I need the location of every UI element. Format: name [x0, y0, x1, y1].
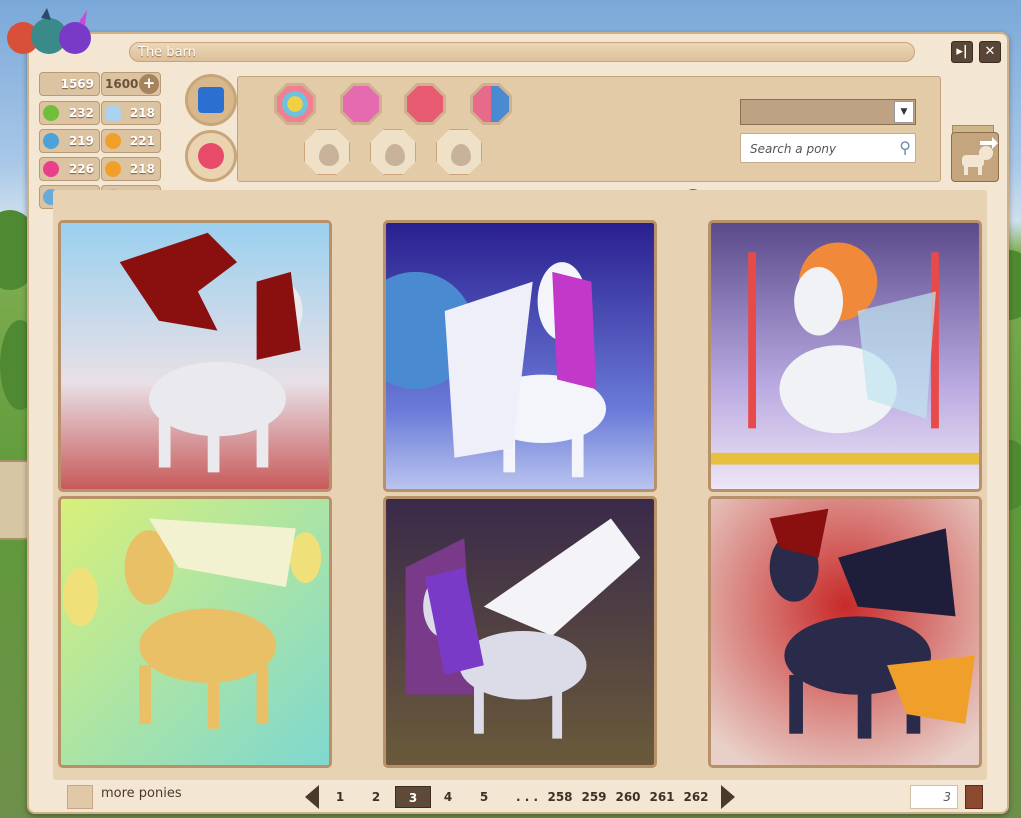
cloud-value: 218: [129, 106, 155, 120]
search-icon[interactable]: ⚲: [899, 138, 911, 157]
page-link[interactable]: 2: [363, 786, 389, 808]
page-link[interactable]: 259: [579, 786, 609, 808]
cloud-icon: [105, 105, 121, 121]
colors-icon: [277, 86, 313, 122]
sort-select[interactable]: ▼: [740, 99, 916, 125]
paw-icon: [105, 161, 121, 177]
pony-card[interactable]: [708, 220, 982, 492]
page-link[interactable]: 260: [613, 786, 643, 808]
window-title: The barn: [138, 45, 196, 60]
love-filter[interactable]: [404, 83, 446, 125]
fire-value: 221: [129, 134, 155, 148]
close-button[interactable]: ✕: [979, 41, 1001, 63]
minimize-button[interactable]: ▸|: [951, 41, 973, 63]
more-ponies-checkbox[interactable]: [67, 785, 93, 809]
pony-image-moon-unicorn: [386, 223, 654, 489]
page-ellipsis: . . .: [515, 790, 539, 804]
page-link[interactable]: 261: [647, 786, 677, 808]
coins-stat: 1569: [39, 72, 100, 96]
pony-image-pegasus: [386, 499, 654, 765]
love-icon: [407, 86, 443, 122]
colors-filter[interactable]: [274, 83, 316, 125]
coins-max-stat: 1600 +: [101, 72, 161, 96]
pony-gallery: [53, 190, 987, 780]
apple-icon: [43, 105, 59, 121]
page-number-value: 3: [943, 790, 951, 804]
pony-card[interactable]: [58, 220, 332, 492]
page-link[interactable]: 4: [435, 786, 461, 808]
heart-value: 226: [68, 162, 94, 176]
cloud-stat: 218: [101, 101, 161, 125]
folder-icon: [198, 87, 224, 113]
background-house: [0, 460, 30, 540]
game-logo: [1, 8, 101, 62]
pony-image-spring: [61, 499, 329, 765]
drop-stat: 219: [39, 129, 100, 153]
page-link[interactable]: 258: [545, 786, 575, 808]
pony-image-flame: [711, 499, 979, 765]
eye-slot-icon: [451, 144, 471, 166]
couple-icon: [473, 86, 509, 122]
heart-stat: 226: [39, 157, 100, 181]
page-number-input[interactable]: 3: [910, 785, 958, 809]
filter-panel: ↻ ▼ Search a pony ⚲ +: [237, 76, 994, 211]
page-link[interactable]: 5: [471, 786, 497, 808]
star-icon: [198, 143, 224, 169]
pony-image-bat-wing: [61, 223, 329, 489]
add-coins-button[interactable]: +: [139, 74, 159, 94]
page-link-current[interactable]: 3: [395, 786, 431, 808]
trophy-slot-icon: [385, 144, 405, 166]
fire-icon: [105, 133, 121, 149]
gender-filter[interactable]: [340, 83, 382, 125]
apple-value: 232: [68, 106, 94, 120]
drop-value: 219: [68, 134, 94, 148]
more-ponies-label: more ponies: [101, 786, 182, 801]
fire-stat: 221: [101, 129, 161, 153]
title-bar[interactable]: The barn: [129, 42, 915, 62]
go-to-page-button[interactable]: [965, 785, 983, 809]
tab-favorites[interactable]: [185, 130, 237, 182]
apple-stat: 232: [39, 101, 100, 125]
send-pony-button[interactable]: [951, 132, 999, 182]
next-page-icon[interactable]: [721, 785, 735, 809]
unicorn-slot-icon: [319, 144, 339, 166]
gender-icon: [343, 86, 379, 122]
chevron-down-icon[interactable]: ▼: [894, 101, 914, 123]
pony-card[interactable]: [708, 496, 982, 768]
page-link[interactable]: 1: [327, 786, 353, 808]
heart-icon: [43, 161, 59, 177]
drop-icon: [43, 133, 59, 149]
coins-max-value: 1600: [105, 77, 139, 91]
pony-arrow-icon: [962, 137, 998, 175]
paw-stat: 218: [101, 157, 161, 181]
unicorn-slot[interactable]: [304, 129, 350, 175]
pony-card[interactable]: [383, 496, 657, 768]
eye-slot[interactable]: [436, 129, 482, 175]
page-link[interactable]: 262: [681, 786, 711, 808]
tab-barn[interactable]: [185, 74, 237, 126]
barn-window: The barn ▸| ✕ 1569 1600 + 232 218 219 22…: [7, 8, 1009, 814]
pony-card[interactable]: [383, 220, 657, 492]
search-placeholder: Search a pony: [750, 142, 837, 156]
pony-card[interactable]: [58, 496, 332, 768]
prev-page-icon[interactable]: [305, 785, 319, 809]
coins-value: 1569: [60, 77, 94, 91]
pony-image-candy-cane: [711, 223, 979, 489]
gallery-footer: more ponies 1 2 3 4 5 . . . 258 259 260 …: [29, 782, 1007, 812]
search-input[interactable]: Search a pony ⚲: [740, 133, 916, 163]
couple-filter[interactable]: [470, 83, 512, 125]
trophy-slot[interactable]: [370, 129, 416, 175]
paw-value: 218: [129, 162, 155, 176]
